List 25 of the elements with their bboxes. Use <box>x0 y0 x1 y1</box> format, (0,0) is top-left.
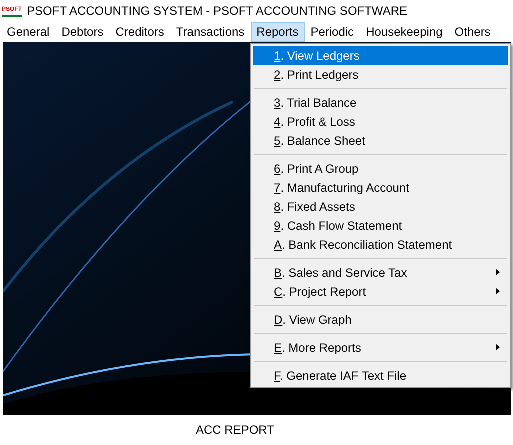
menu-option[interactable]: 6. Print A Group <box>253 159 508 178</box>
menu-option[interactable]: B. Sales and Service Tax <box>253 263 508 282</box>
menu-option[interactable]: C. Project Report <box>253 282 508 301</box>
window-title: PSOFT ACCOUNTING SYSTEM - PSOFT ACCOUNTING SOFTWARE <box>27 4 408 18</box>
menu-item[interactable]: General <box>1 22 56 42</box>
menu-option[interactable]: F. Generate IAF Text File <box>253 366 508 385</box>
menu-option[interactable]: 2. Print Ledgers <box>253 65 508 84</box>
menu-option[interactable]: D. View Graph <box>253 310 508 329</box>
menu-option[interactable]: 3. Trial Balance <box>253 93 508 112</box>
menu-option[interactable]: 8. Fixed Assets <box>253 197 508 216</box>
menu-option[interactable]: 5. Balance Sheet <box>253 131 508 150</box>
menu-item[interactable]: Others <box>448 22 497 42</box>
menu-item[interactable]: Debtors <box>56 22 110 42</box>
menu-option[interactable]: 9. Cash Flow Statement <box>253 216 508 235</box>
menu-option[interactable]: 7. Manufacturing Account <box>253 178 508 197</box>
menu-item[interactable]: Creditors <box>110 22 170 42</box>
menu-option[interactable]: E. More Reports <box>253 338 508 357</box>
menu-option[interactable]: 4. Profit & Loss <box>253 112 508 131</box>
status-text: ACC REPORT <box>196 423 274 437</box>
menu-option[interactable]: A. Bank Reconciliation Statement <box>253 235 508 254</box>
menu-item[interactable]: Housekeeping <box>360 22 449 42</box>
menu-option[interactable]: 1. View Ledgers <box>253 46 508 65</box>
menu-item[interactable]: Transactions <box>170 22 251 42</box>
menu-item[interactable]: Periodic <box>304 22 360 42</box>
menu-item[interactable]: Reports <box>250 22 305 42</box>
